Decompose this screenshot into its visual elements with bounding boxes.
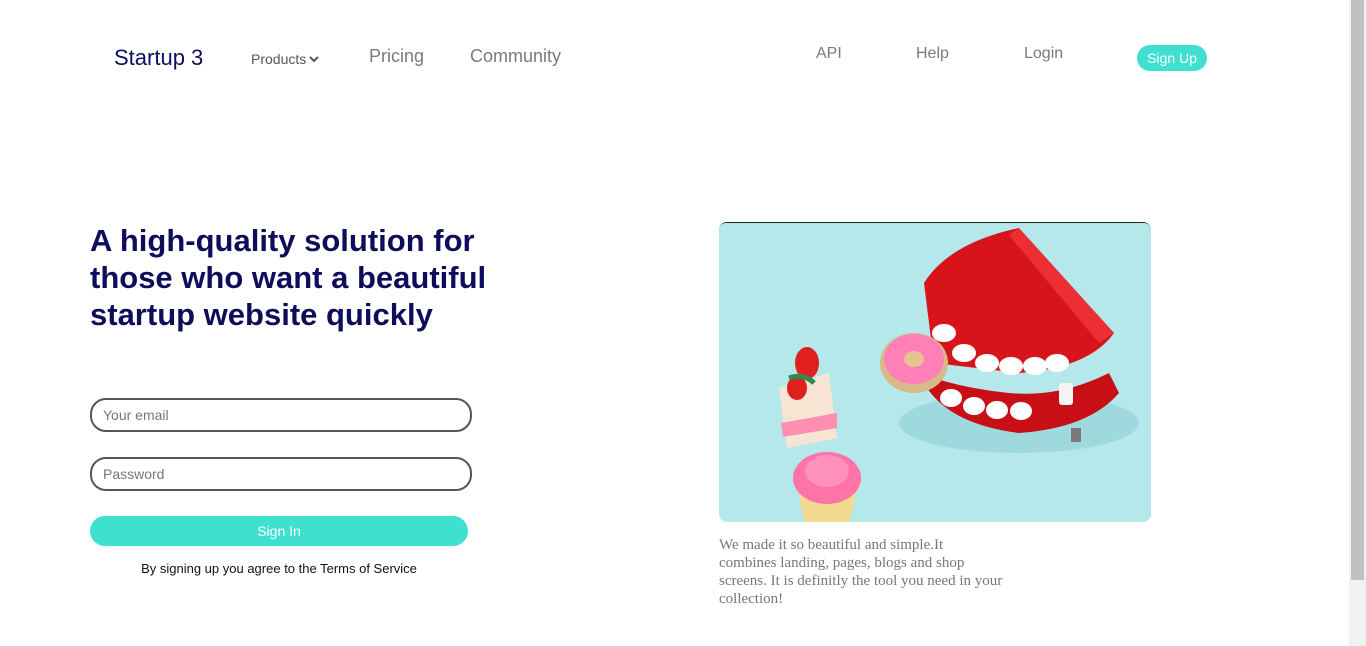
scrollbar-thumb[interactable]: [1351, 0, 1364, 580]
hero-title: A high-quality solution for those who wa…: [90, 223, 487, 332]
hero-image: [719, 222, 1151, 522]
nav-login-link[interactable]: Login: [1024, 45, 1063, 63]
password-field[interactable]: Password: [90, 457, 472, 491]
email-placeholder: Your email: [103, 407, 169, 423]
brand-logo[interactable]: Startup 3: [114, 45, 203, 71]
password-placeholder: Password: [103, 466, 165, 482]
email-field[interactable]: Your email: [90, 398, 472, 432]
nav-help-link[interactable]: Help: [916, 45, 949, 63]
nav-products-label: Products: [251, 51, 307, 67]
nav-api-link[interactable]: API: [816, 45, 842, 63]
terms-text: By signing up you agree to the Terms of …: [141, 561, 417, 576]
signin-button[interactable]: Sign In: [90, 516, 468, 546]
nav-community-link[interactable]: Community: [470, 46, 561, 67]
wind-up-teeth-toy-illustration: [719, 223, 1151, 522]
chevron-down-icon: [309, 55, 319, 63]
nav-products-dropdown[interactable]: Products: [251, 51, 319, 67]
feature-caption: We made it so beautiful and simple.It co…: [719, 537, 1003, 607]
nav-pricing-link[interactable]: Pricing: [369, 46, 424, 67]
signup-button[interactable]: Sign Up: [1137, 45, 1207, 71]
